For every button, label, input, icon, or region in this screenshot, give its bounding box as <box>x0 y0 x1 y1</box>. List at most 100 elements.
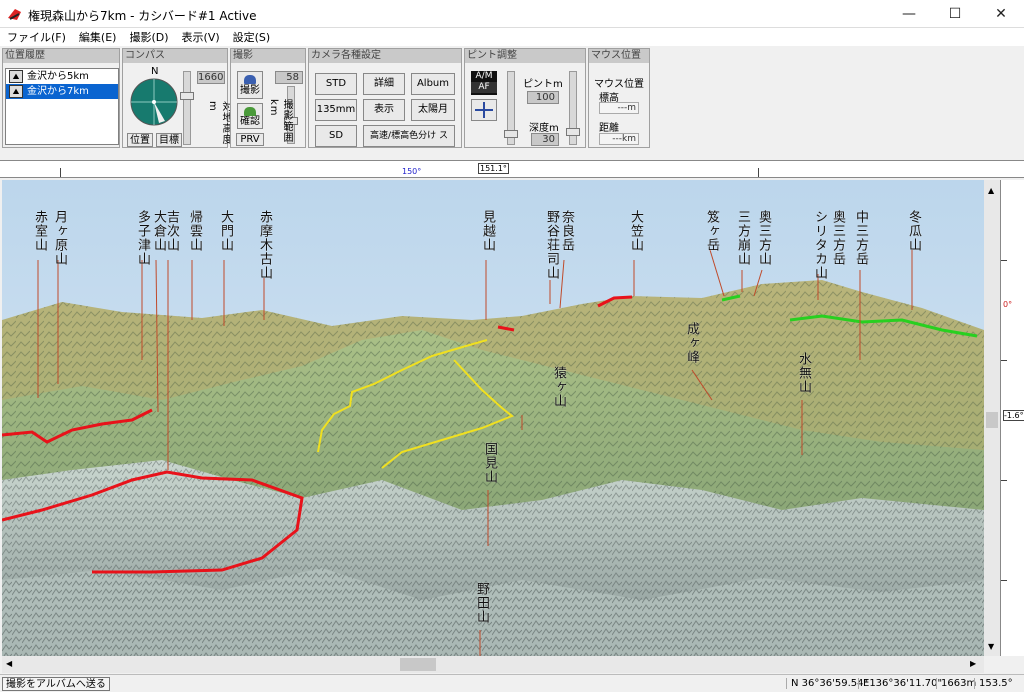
scroll-down-icon[interactable]: ▼ <box>988 642 994 651</box>
peak-label: 成ヶ峰 <box>684 322 699 364</box>
depth-slider[interactable] <box>566 71 580 145</box>
horizontal-scroll-thumb[interactable] <box>400 658 436 671</box>
location-icon: ⛰ <box>9 70 23 83</box>
depth-value: 30 <box>531 133 559 146</box>
location-icon: ⛰ <box>9 85 23 98</box>
focus-label: ピントm <box>523 79 563 90</box>
peak-label: 奥三方山 <box>756 210 771 266</box>
album-button[interactable]: Album <box>411 73 455 95</box>
std-button[interactable]: STD <box>315 73 357 95</box>
peak-label: 三方崩山 <box>735 210 750 266</box>
elevation-slider-thumb[interactable] <box>180 92 194 100</box>
prv-button[interactable]: PRV <box>236 133 264 146</box>
sd-button[interactable]: SD <box>315 125 357 147</box>
peak-label: 笈ヶ岳 <box>704 210 719 252</box>
scale-top-label: 0° <box>1003 300 1013 309</box>
toolbar: 位置履歴 ⛰ 金沢から5km ⛰ 金沢から7km コンパス N 位置 目標 1660… <box>0 46 1024 150</box>
status-north: N 36°36'59.54" <box>786 678 868 689</box>
mouse-dist-label: 距離 <box>599 123 619 134</box>
scroll-left-icon[interactable]: ◀ <box>6 659 12 668</box>
history-item-selected[interactable]: ⛰ 金沢から7km <box>6 84 118 99</box>
color-mode-button[interactable]: 高速/標高色分け ス <box>363 125 455 147</box>
focus-slider[interactable] <box>504 71 518 145</box>
scroll-right-icon[interactable]: ▶ <box>970 659 976 668</box>
focus-target-button[interactable] <box>471 99 497 121</box>
compass-dial[interactable] <box>129 77 179 127</box>
status-elevation: 1663m <box>936 678 976 689</box>
range-label: 撮影範囲km <box>268 99 292 143</box>
window-title: 権現森山から7km - カシバード#1 Active <box>28 9 257 23</box>
mouse-elev-value: ---m <box>599 102 639 114</box>
terrain-view[interactable]: 赤室山 月ヶ原山 多子津山 大倉山 吉次山 帰雲山 大門山 赤摩木古山 見越山 … <box>2 180 984 656</box>
display-button[interactable]: 表示 <box>363 99 405 121</box>
camera-panel: カメラ各種設定 STD 詳細 Album 135mm 表示 太陽月 SD 高速/… <box>308 48 462 148</box>
scroll-up-icon[interactable]: ▲ <box>988 186 994 195</box>
menu-shoot[interactable]: 撮影(D) <box>122 28 174 45</box>
mouse-title: マウス位置 <box>589 49 649 63</box>
app-icon <box>8 9 21 20</box>
compass-panel: コンパス N 位置 目標 1660 対地高度m <box>122 48 231 148</box>
target-button[interactable]: 目標 <box>156 133 182 147</box>
mouse-panel: マウス位置 マウス位置 標高 ---m 距離 ---km <box>588 48 650 148</box>
peak-label: 吉次山 <box>164 210 179 252</box>
peak-label: 帰雲山 <box>187 210 202 252</box>
title-bar: 権現森山から7km - カシバード#1 Active — ☐ ✕ <box>0 0 1024 28</box>
ruler-value-label: 151.1° <box>478 163 509 174</box>
peak-label: 猿ヶ山 <box>551 366 566 408</box>
compass-title: コンパス <box>123 49 227 63</box>
status-bar: 撮影をアルバムへ送る N 36°36'59.54" E136°36'11.70"… <box>0 674 1024 692</box>
shoot-button[interactable]: 撮影 <box>237 71 263 99</box>
lens-button[interactable]: 135mm <box>315 99 357 121</box>
scale-mid-label: -1.6° <box>1003 410 1024 421</box>
peak-label: 冬瓜山 <box>906 210 921 252</box>
crosshair-icon <box>475 102 493 118</box>
vertical-scrollbar[interactable]: ▲ ▼ <box>984 180 1000 656</box>
peak-label: シリタカ山 <box>812 210 827 280</box>
status-east: E136°36'11.70" <box>858 678 942 689</box>
status-angle: 153.5° <box>974 678 1013 689</box>
history-item[interactable]: ⛰ 金沢から5km <box>6 69 118 84</box>
detail-button[interactable]: 詳細 <box>363 73 405 95</box>
camera-icon <box>244 75 256 84</box>
sun-moon-button[interactable]: 太陽月 <box>411 99 455 121</box>
confirm-button[interactable]: 確認 <box>237 103 263 129</box>
menu-settings[interactable]: 設定(S) <box>226 28 277 45</box>
focus-title: ピント調整 <box>465 49 585 63</box>
close-button[interactable]: ✕ <box>978 0 1024 28</box>
north-label: N <box>151 66 159 77</box>
peak-label: 野田山 <box>474 582 489 624</box>
peak-label: 国見山 <box>482 442 497 484</box>
mouse-dist-value: ---km <box>599 133 639 145</box>
peak-label: 月ヶ原山 <box>52 210 67 266</box>
peak-label: 見越山 <box>480 210 495 252</box>
peak-label: 野谷荘司山 <box>544 210 559 280</box>
mouse-title-sub: マウス位置 <box>594 79 644 90</box>
range-value: 58 <box>275 71 303 84</box>
history-list[interactable]: ⛰ 金沢から5km ⛰ 金沢から7km <box>5 68 119 145</box>
send-to-album-button[interactable]: 撮影をアルバムへ送る <box>2 677 110 691</box>
shoot-title: 撮影 <box>231 49 305 63</box>
vertical-scroll-thumb[interactable] <box>986 412 998 428</box>
depth-slider-thumb[interactable] <box>566 128 580 136</box>
minimize-button[interactable]: — <box>886 0 932 28</box>
focus-value: 100 <box>527 91 559 104</box>
elevation-value: 1660 <box>197 71 225 84</box>
azimuth-ruler: 150° 151.1° <box>0 160 1024 178</box>
peak-label: 赤摩木古山 <box>257 210 272 280</box>
horizontal-scrollbar[interactable]: ◀ ▶ <box>2 656 984 673</box>
peak-label: 中三方岳 <box>853 210 868 266</box>
peak-label: 奥三方岳 <box>830 210 845 266</box>
menu-view[interactable]: 表示(V) <box>175 28 226 45</box>
focus-slider-thumb[interactable] <box>504 130 518 138</box>
position-button[interactable]: 位置 <box>127 133 153 147</box>
shoot-panel: 撮影 撮影 確認 PRV 58 撮影範囲km <box>230 48 306 148</box>
maximize-button[interactable]: ☐ <box>932 0 978 28</box>
camera-title: カメラ各種設定 <box>309 49 461 63</box>
menu-edit[interactable]: 編集(E) <box>72 28 123 45</box>
elevation-slider[interactable] <box>180 71 194 145</box>
confirm-icon <box>244 107 256 116</box>
af-toggle[interactable]: A/M AF <box>471 71 497 95</box>
focus-panel: ピント調整 A/M AF ピントm 100 深度m 30 <box>464 48 586 148</box>
menu-file[interactable]: ファイル(F) <box>0 28 72 45</box>
depth-label: 深度m <box>529 123 559 134</box>
